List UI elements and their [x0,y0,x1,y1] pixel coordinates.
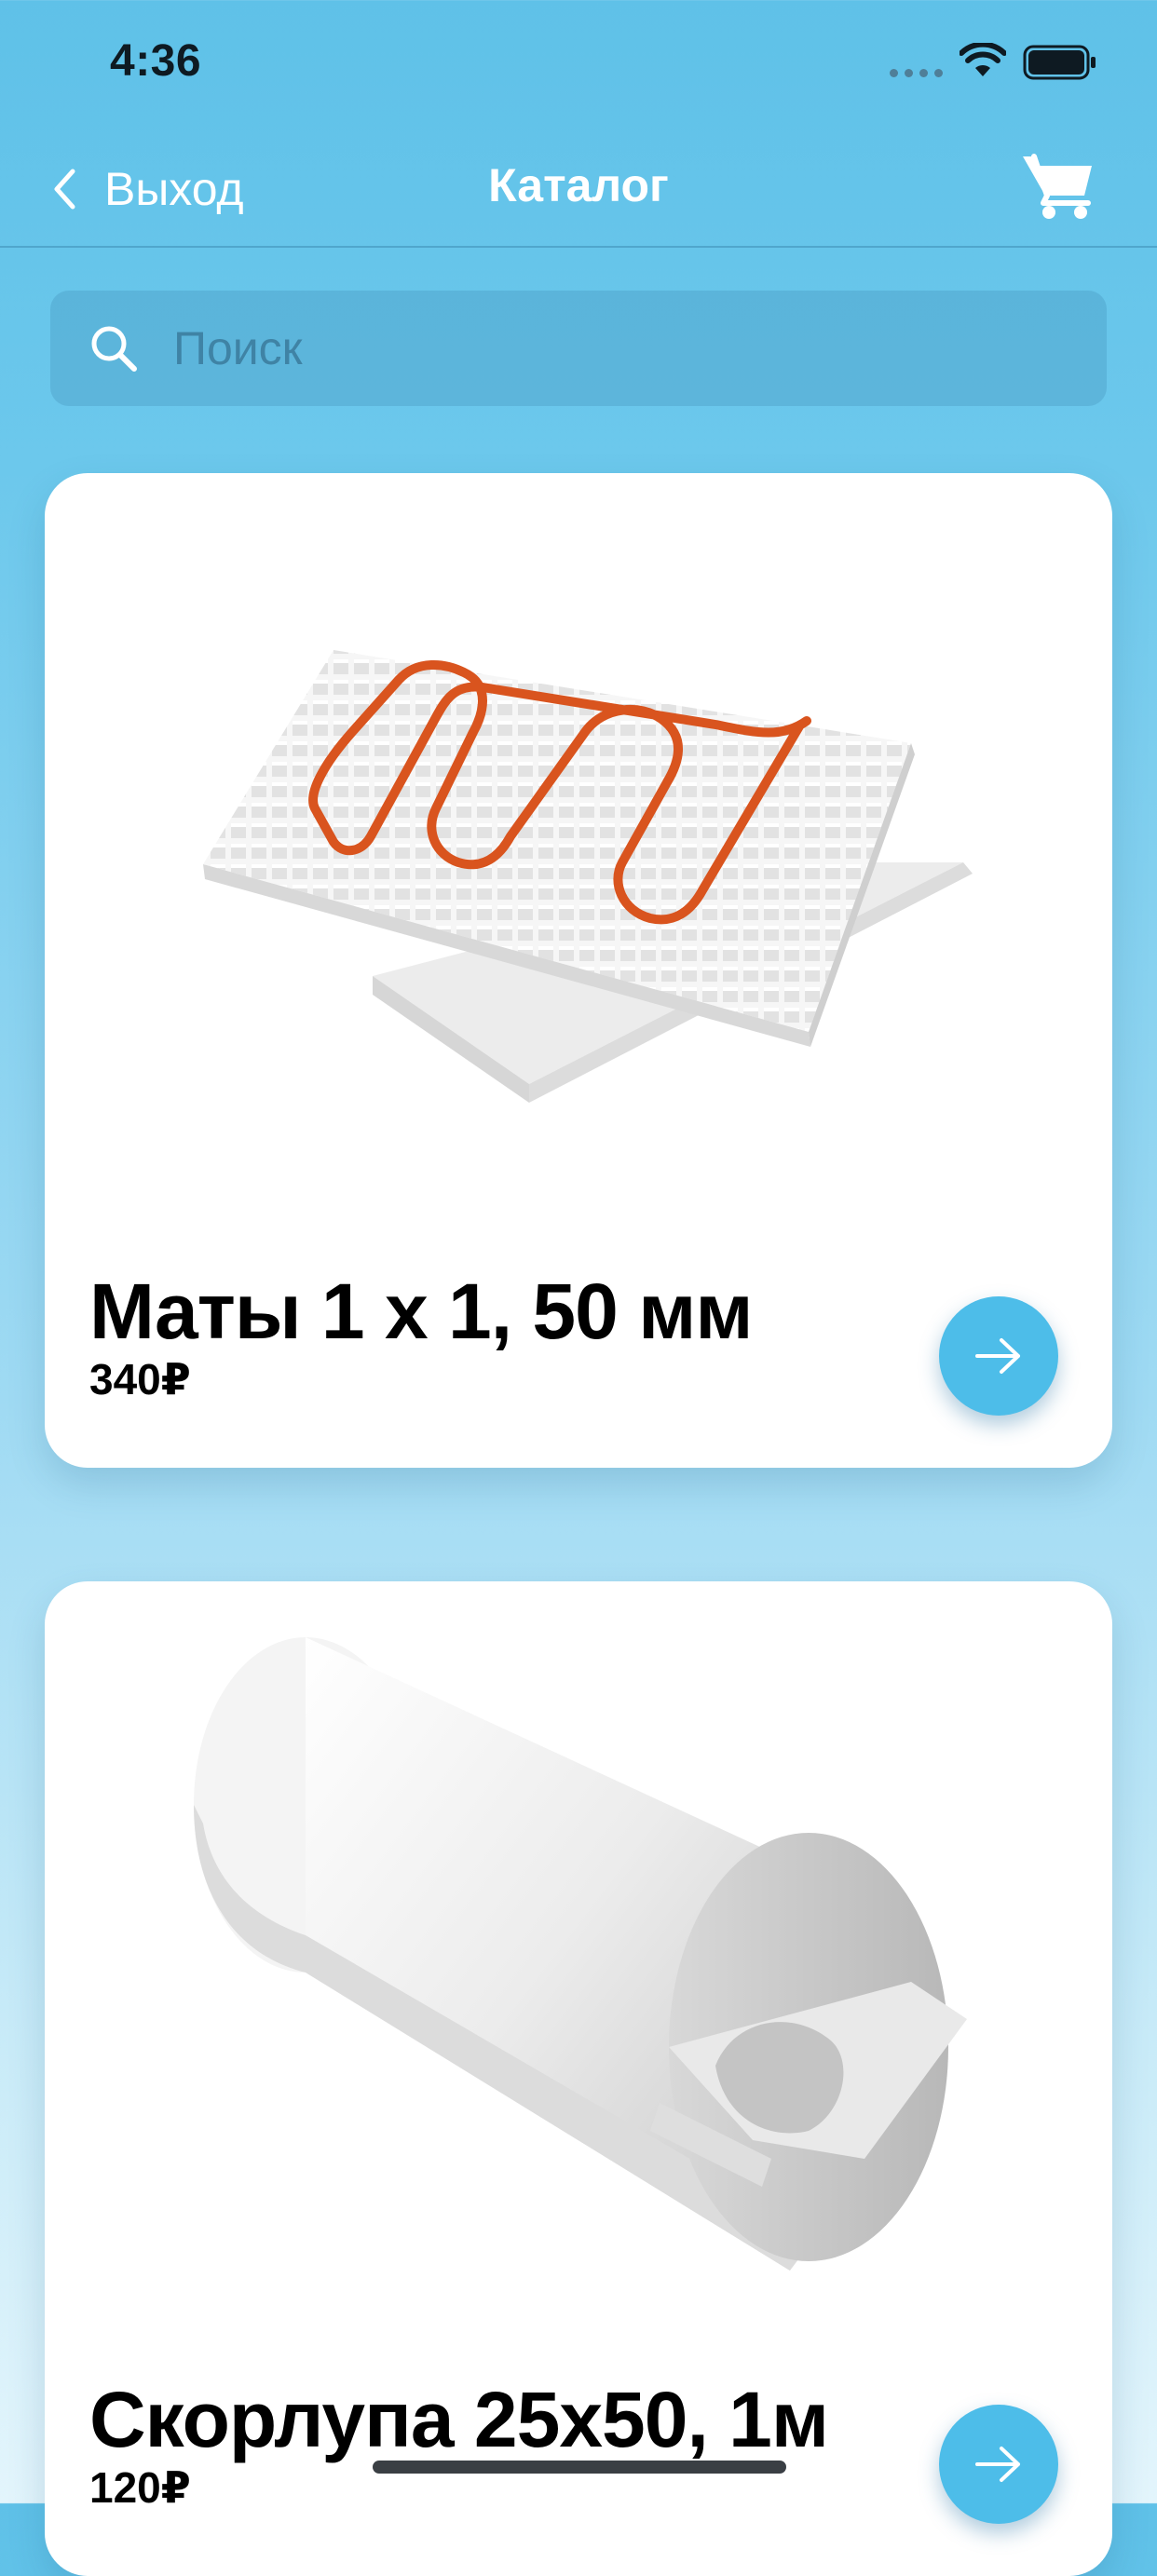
arrow-right-icon [975,2447,1020,2482]
search-icon [91,326,137,372]
product-image-mats [203,650,973,1103]
back-button[interactable]: Выход [52,156,244,222]
status-bar: 4:36 [0,0,1157,130]
product-image-shell [194,1637,967,2271]
home-indicator[interactable] [373,2461,786,2474]
nav-bar: Выход Каталог [0,130,1157,248]
product-price: 340₽ [89,1355,191,1403]
product-price: 120₽ [89,2463,191,2512]
status-time: 4:36 [110,36,202,86]
product-card[interactable]: Маты 1 x 1, 50 мм 340₽ [45,473,1112,1468]
search-bar[interactable] [50,291,1107,406]
open-product-button[interactable] [939,1296,1058,1416]
search-input[interactable] [171,320,1088,376]
product-name: Скорлупа 25x50, 1м [89,2376,829,2463]
product-card[interactable]: Скорлупа 25x50, 1м 120₽ [45,1581,1112,2576]
product-name: Маты 1 x 1, 50 мм [89,1268,753,1355]
arrow-right-icon [975,1338,1020,1374]
wifi-icon [960,43,1006,76]
cart-icon [1023,154,1092,219]
signal-icon [890,69,943,77]
battery-icon [1023,45,1096,80]
chevron-left-icon [54,169,75,210]
cart-button[interactable] [1021,151,1096,222]
open-product-button[interactable] [939,2405,1058,2524]
back-label: Выход [104,163,244,215]
